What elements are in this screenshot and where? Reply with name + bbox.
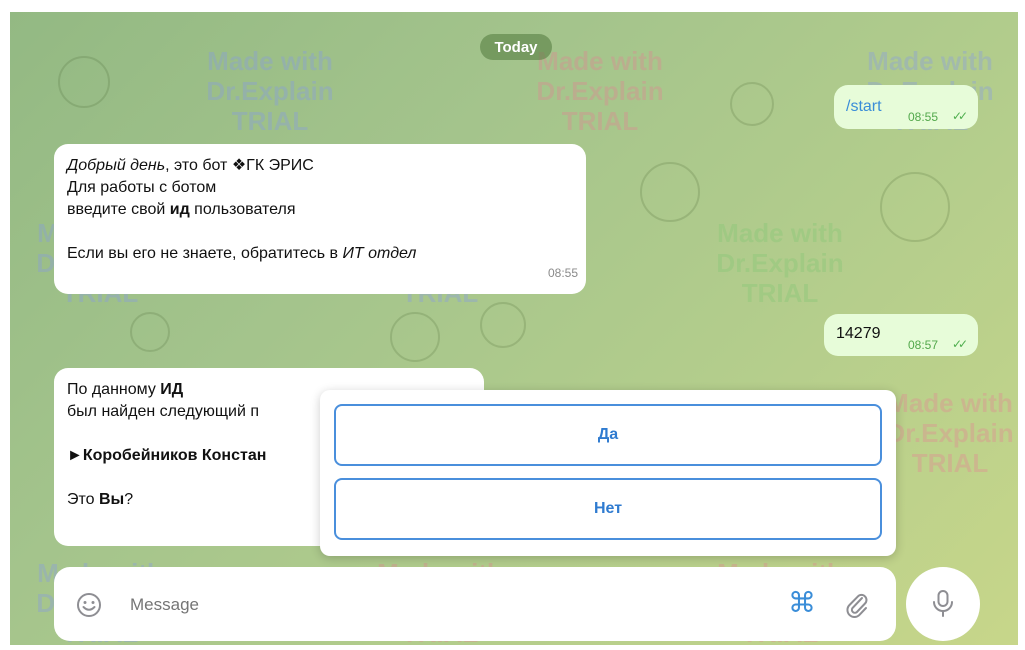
message-line: Добрый день, это бот ❖ГК ЭРИС: [67, 157, 314, 174]
message-bubble-outgoing[interactable]: /start 08:55 ✓✓: [834, 85, 978, 129]
double-check-icon: ✓✓: [952, 337, 968, 351]
emoji-icon[interactable]: [76, 592, 102, 618]
message-line: Если вы его не знаете, обратитесь в ИТ о…: [67, 245, 417, 262]
keyboard-button-yes[interactable]: Да: [334, 404, 882, 466]
message-bubble-outgoing[interactable]: 14279 08:57 ✓✓: [824, 314, 978, 356]
bot-command-link[interactable]: /start: [846, 96, 882, 118]
rocket-doodle: [130, 312, 170, 352]
message-composer: ⌘: [54, 567, 896, 641]
message-time: 08:57: [908, 338, 939, 352]
message-line: введите свой ид пользователя: [67, 201, 296, 218]
microphone-icon: [933, 590, 953, 617]
keyboard-button-no[interactable]: Нет: [334, 478, 882, 540]
voice-message-button[interactable]: [906, 567, 980, 641]
date-separator: Today: [480, 34, 552, 60]
planet-doodle-2: [730, 82, 774, 126]
double-check-icon: ✓✓: [952, 109, 968, 123]
message-text: 14279: [836, 325, 881, 342]
reply-keyboard: Да Нет: [320, 390, 896, 556]
message-time: 08:55: [547, 266, 578, 280]
bot-commands-icon[interactable]: ⌘: [788, 586, 816, 620]
message-time: 08:55: [908, 110, 939, 124]
cat-doodle: [640, 162, 700, 222]
attach-icon[interactable]: [844, 591, 870, 619]
watermark-1: Made with Dr.Explain TRIAL: [206, 46, 334, 136]
watermark-6: Made with Dr.Explain TRIAL: [716, 218, 844, 308]
message-bubble-incoming[interactable]: Добрый день, это бот ❖ГК ЭРИС Для работы…: [54, 144, 586, 294]
message-line: Для работы с ботом: [67, 179, 217, 196]
astronaut-doodle: [880, 172, 950, 242]
message-input[interactable]: [130, 591, 670, 619]
cat-doodle-2: [390, 312, 440, 362]
sun-doodle: [58, 56, 110, 108]
planet-doodle: [480, 302, 526, 348]
